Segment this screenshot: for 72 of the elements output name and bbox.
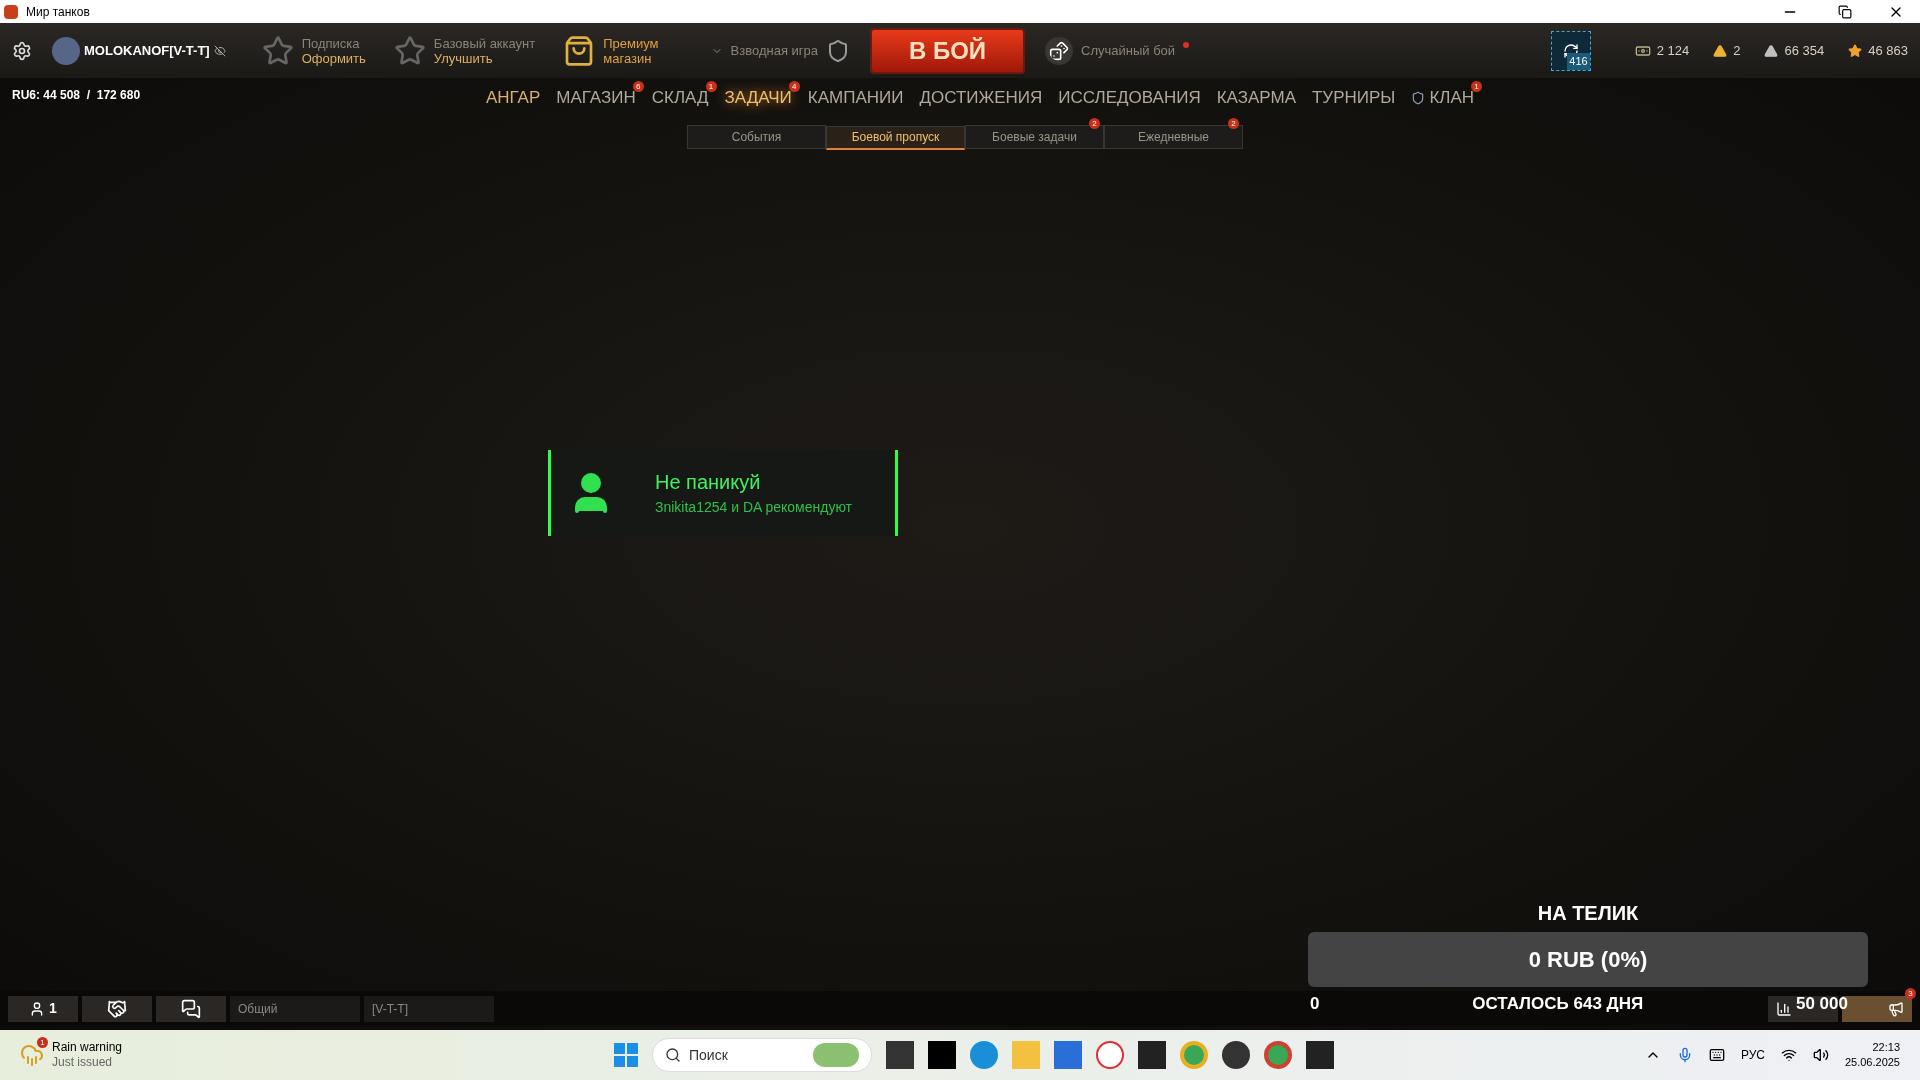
donation-remaining: ОСТАЛОСЬ 643 ДНЯ [1472,992,1644,1015]
account-label: Базовый аккаунт [433,35,536,51]
language-indicator[interactable]: РУС [1740,1046,1765,1064]
chat-channel[interactable]: [V-T-T] [364,995,494,1022]
sub-tab[interactable]: События [687,125,826,149]
clock-date[interactable]: 25.06.2025 [1844,1055,1900,1070]
shield-icon[interactable] [826,38,850,63]
subscription-label: Подписка [301,35,361,51]
taskbar-search-field[interactable]: Поиск [652,1038,872,1072]
donation-goal: 50 000 [1796,992,1848,1015]
battle-mode-selector[interactable]: Случайный бой [1081,40,1176,61]
nav-tab[interactable]: ИССЛЕДОВАНИЯ [1058,85,1201,111]
nav-tab[interactable]: ДОСТИЖЕНИЯ [919,85,1043,111]
platoon-button[interactable]: 1 [8,995,78,1022]
notification-badge: 2 [1089,118,1100,129]
sub-tab[interactable]: Боевые задачи [965,125,1104,149]
chat-icon [181,998,201,1019]
handshake-icon [107,998,127,1019]
star-emblem-icon [261,34,294,67]
currency-amount: 66 354 [1784,41,1825,60]
ingot-icon [1764,43,1779,58]
upgrade-link[interactable]: Улучшить [433,50,536,66]
keyboard-icon[interactable] [1708,1047,1725,1063]
donation-start: 0 [1310,992,1320,1015]
currency-amount: 2 124 [1656,41,1690,60]
weather-title: Rain warning [52,1040,123,1055]
notification-badge: 3 [1905,987,1916,999]
clock-time[interactable]: 22:13 [1872,1040,1900,1055]
star-emblem-icon [393,34,426,67]
dice-icon [1045,36,1073,65]
sub-tab[interactable]: Боевой пропуск [826,125,965,150]
booster-slot[interactable]: 416 [1550,30,1591,71]
player-name[interactable]: MOLOKANOF[V-T-T] [84,40,210,61]
platoon-label[interactable]: Взводная игра [730,40,818,61]
windows-start-icon[interactable] [614,1043,638,1067]
subscription-link[interactable]: Оформить [301,50,366,66]
restore-icon[interactable] [1838,4,1852,19]
notice-subtitle: Зnikita1254 и DA рекомендуют [655,498,852,517]
chat-channel[interactable]: Общий [230,995,360,1022]
megaphone-icon [1888,1000,1904,1017]
donation-amount: 0 RUB (0%) [1528,945,1648,974]
friends-button[interactable] [82,995,152,1022]
sub-tab[interactable]: Ежедневные [1104,125,1243,149]
nav-tab[interactable]: КАМПАНИИ [807,85,904,111]
hidden-icon [213,44,226,57]
star-icon [1848,43,1863,58]
bar-chart-icon [1776,1000,1792,1017]
currency-amount: 2 [1733,41,1741,60]
currency-amount: 46 863 [1868,41,1908,60]
premium-shop-link[interactable]: магазин [603,50,659,66]
notification-badge: 1 [37,1037,48,1048]
window-title: Мир танков [26,3,90,21]
weather-warning-icon[interactable] [20,1043,44,1067]
ingot-icon [1713,43,1728,58]
search-icon [665,1047,681,1063]
nav-tab[interactable]: АНГАР [485,85,541,111]
donation-goal-title: НА ТЕЛИК [1537,900,1639,926]
chat-button[interactable] [156,995,226,1022]
wifi-icon[interactable] [1780,1047,1797,1063]
nav-tab[interactable]: КАЗАРМА [1216,85,1296,111]
booster-count: 416 [1567,53,1590,70]
server-stats: RU6: 44 508 / 172 680 [12,87,141,104]
notification-badge: 2 [1228,118,1239,129]
speaker-icon[interactable] [1812,1047,1829,1063]
battle-button[interactable]: В БОЙ [870,27,1025,74]
settings-icon[interactable] [12,40,32,61]
nav-tab[interactable]: ТУРНИРЫ [1312,85,1396,111]
weather-subtitle: Just issued [52,1055,114,1070]
app-icon [4,4,18,19]
search-highlight-picture [813,1043,859,1067]
premium-shop-link[interactable]: Премиум [603,35,659,51]
notice-title: Не паникуй [655,470,762,495]
